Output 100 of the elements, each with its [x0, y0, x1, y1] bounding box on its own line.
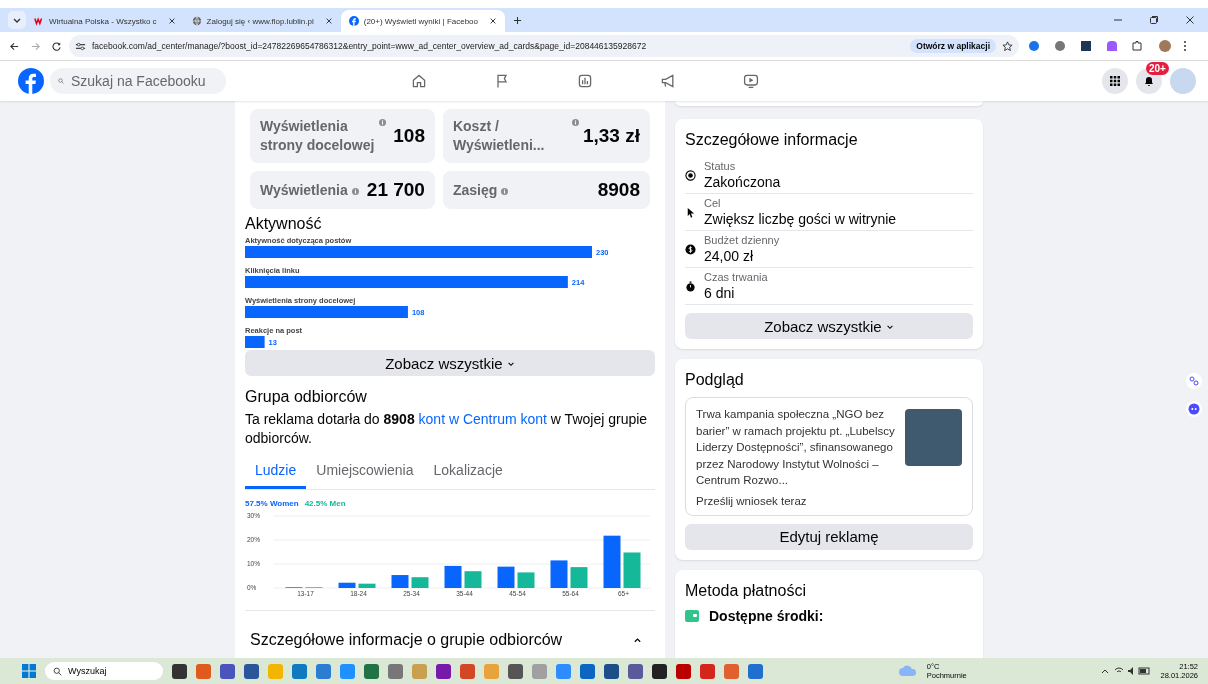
chart-icon[interactable]	[577, 73, 593, 89]
puzzle-icon[interactable]	[1131, 40, 1143, 52]
radio-icon	[685, 169, 696, 181]
home-icon[interactable]	[411, 73, 427, 89]
card-title: Szczegółowe informacje	[685, 131, 859, 149]
extension-icon[interactable]	[1055, 41, 1065, 51]
extension-icon[interactable]	[1107, 41, 1117, 51]
wallet-icon	[685, 609, 699, 622]
legend-label: 57.5% Women	[245, 499, 299, 508]
see-all-button[interactable]: Zobacz wszystkie	[245, 350, 655, 376]
close-tab-icon[interactable]	[489, 17, 497, 25]
assistant-icon[interactable]	[1186, 401, 1202, 417]
bar	[444, 565, 462, 588]
audience-tab[interactable]: Umiejscowienia	[306, 458, 424, 489]
bar	[603, 535, 621, 588]
address-bar[interactable]: facebook.com/ad_center/manage/?boost_id=24782269654786312&entry_point=www_ad_center_overview_ad_cards&page_id=208446135928672 Otwórz w aplikacji	[69, 35, 1019, 57]
facebook-logo-icon[interactable]	[18, 68, 44, 94]
metric-value: 1,33 zł	[582, 125, 640, 147]
taskbar-search-field[interactable]: Wyszukaj	[45, 662, 163, 680]
back-icon[interactable]	[9, 40, 20, 52]
restore-icon[interactable]	[1149, 15, 1159, 25]
taskbar-app-icon[interactable]	[508, 663, 523, 679]
audience-tab[interactable]: Lokalizacje	[423, 458, 513, 489]
translate-icon[interactable]	[1186, 373, 1202, 389]
detail-label: Status	[704, 160, 737, 172]
metric-value: 21 700	[366, 179, 425, 201]
edit-ad-button[interactable]: Edytuj reklamę	[685, 523, 973, 550]
system-tray-icons[interactable]	[1101, 666, 1152, 676]
legend-label: 42.5% Men	[304, 499, 346, 508]
cursor-icon	[685, 206, 696, 218]
photo-placeholder	[905, 409, 962, 466]
chevron-down-icon	[506, 362, 515, 368]
video-icon[interactable]	[743, 73, 759, 89]
search-field[interactable]: Szukaj na Facebooku	[50, 68, 226, 94]
chevron-down-icon	[885, 325, 894, 331]
bar	[245, 336, 265, 348]
detail-value: Zakończona	[704, 174, 781, 190]
metric-label: Wyświetlenia	[260, 180, 348, 200]
search-icon	[58, 76, 64, 86]
close-icon[interactable]	[1185, 15, 1195, 25]
dollar-coin-icon	[685, 243, 696, 255]
bell-icon	[1143, 75, 1155, 87]
info-icon[interactable]	[379, 119, 386, 126]
reach-text: Ta reklama dotarła do 8908 kont w Centrum kont w Twojej grupie odbiorców.	[245, 410, 649, 448]
section-title: Grupa odbiorców	[245, 388, 368, 406]
reload-icon[interactable]	[51, 40, 62, 52]
menu-grid-button[interactable]	[1102, 68, 1128, 94]
card-title: Metoda płatności	[685, 581, 807, 600]
browser-tab[interactable]: (20+) Wyświetl wyniki | Faceboo	[340, 10, 505, 32]
detail-value: 6 dni	[704, 285, 736, 301]
extension-icon[interactable]	[1029, 41, 1039, 51]
browser-tab[interactable]: Zaloguj się ‹ www.flop.lublin.pl	[183, 10, 341, 32]
detail-label: Cel	[704, 197, 722, 209]
bar	[517, 572, 535, 588]
facebook-logo-icon	[348, 16, 359, 26]
metric-value: 108	[393, 125, 425, 147]
flag-icon[interactable]	[494, 73, 510, 89]
tab-list-button[interactable]	[8, 11, 26, 29]
detail-label: Czas trwania	[704, 271, 768, 283]
taskbar-app-icon[interactable]	[604, 663, 619, 679]
info-icon[interactable]	[571, 119, 579, 126]
ad-preview[interactable]: Trwa kampania społeczna „NGO bez barier” w ramach projektu pt. „Lubelscy Liderzy Dostępności”, sfinansowanego przez Narodowy Instytut Wolności – Centrum Rozwo... Prześlij wniosek teraz	[685, 397, 973, 516]
metric-label: Zasięg	[452, 180, 498, 200]
bar	[623, 552, 641, 588]
browser-tab[interactable]: Wirtualna Polska - Wszystko c	[26, 10, 184, 32]
caret-icon[interactable]	[633, 637, 642, 643]
notification-badge: 20+	[1146, 62, 1169, 75]
metric-label: Koszt / Wyświetleni...	[452, 117, 546, 155]
bar	[497, 566, 515, 588]
audience-tab[interactable]: Ludzie	[245, 458, 307, 489]
bar	[411, 577, 429, 588]
grid-icon	[1109, 75, 1121, 87]
section-title: Szczegółowe informacje o grupie odbiorców	[250, 631, 563, 649]
new-tab-icon[interactable]	[513, 16, 522, 25]
taskbar-app-icon[interactable]	[244, 663, 259, 679]
metric-value: 8908	[597, 179, 640, 201]
close-tab-icon[interactable]	[324, 17, 333, 25]
search-icon	[53, 666, 62, 676]
menu-icon[interactable]	[1183, 40, 1187, 52]
profile-avatar[interactable]	[1159, 40, 1171, 52]
see-all-button[interactable]: Zobacz wszystkie	[685, 313, 973, 339]
megaphone-icon[interactable]	[660, 73, 676, 89]
info-icon[interactable]	[501, 187, 509, 195]
detail-value: Zwiększ liczbę gości w witrynie	[704, 211, 897, 227]
taskbar-app-icon[interactable]	[652, 663, 667, 679]
w-logo-icon	[34, 16, 44, 26]
info-icon[interactable]	[351, 187, 359, 195]
bar	[464, 571, 482, 588]
bookmark-star-icon[interactable]	[1002, 40, 1013, 52]
globe-icon	[191, 16, 202, 26]
ad-cta-text: Prześlij wniosek teraz	[696, 494, 808, 507]
accounts-center-link[interactable]: kont w Centrum kont	[418, 411, 547, 427]
close-tab-icon[interactable]	[167, 17, 176, 25]
taskbar-app-icon[interactable]	[436, 663, 451, 679]
detail-value: 24,00 zł	[704, 248, 755, 264]
stopwatch-icon	[685, 280, 696, 292]
open-in-app-button[interactable]: Otwórz w aplikacji	[910, 39, 996, 53]
bar	[550, 560, 568, 588]
taskbar-app-icon[interactable]	[172, 663, 187, 679]
bar	[358, 583, 376, 588]
